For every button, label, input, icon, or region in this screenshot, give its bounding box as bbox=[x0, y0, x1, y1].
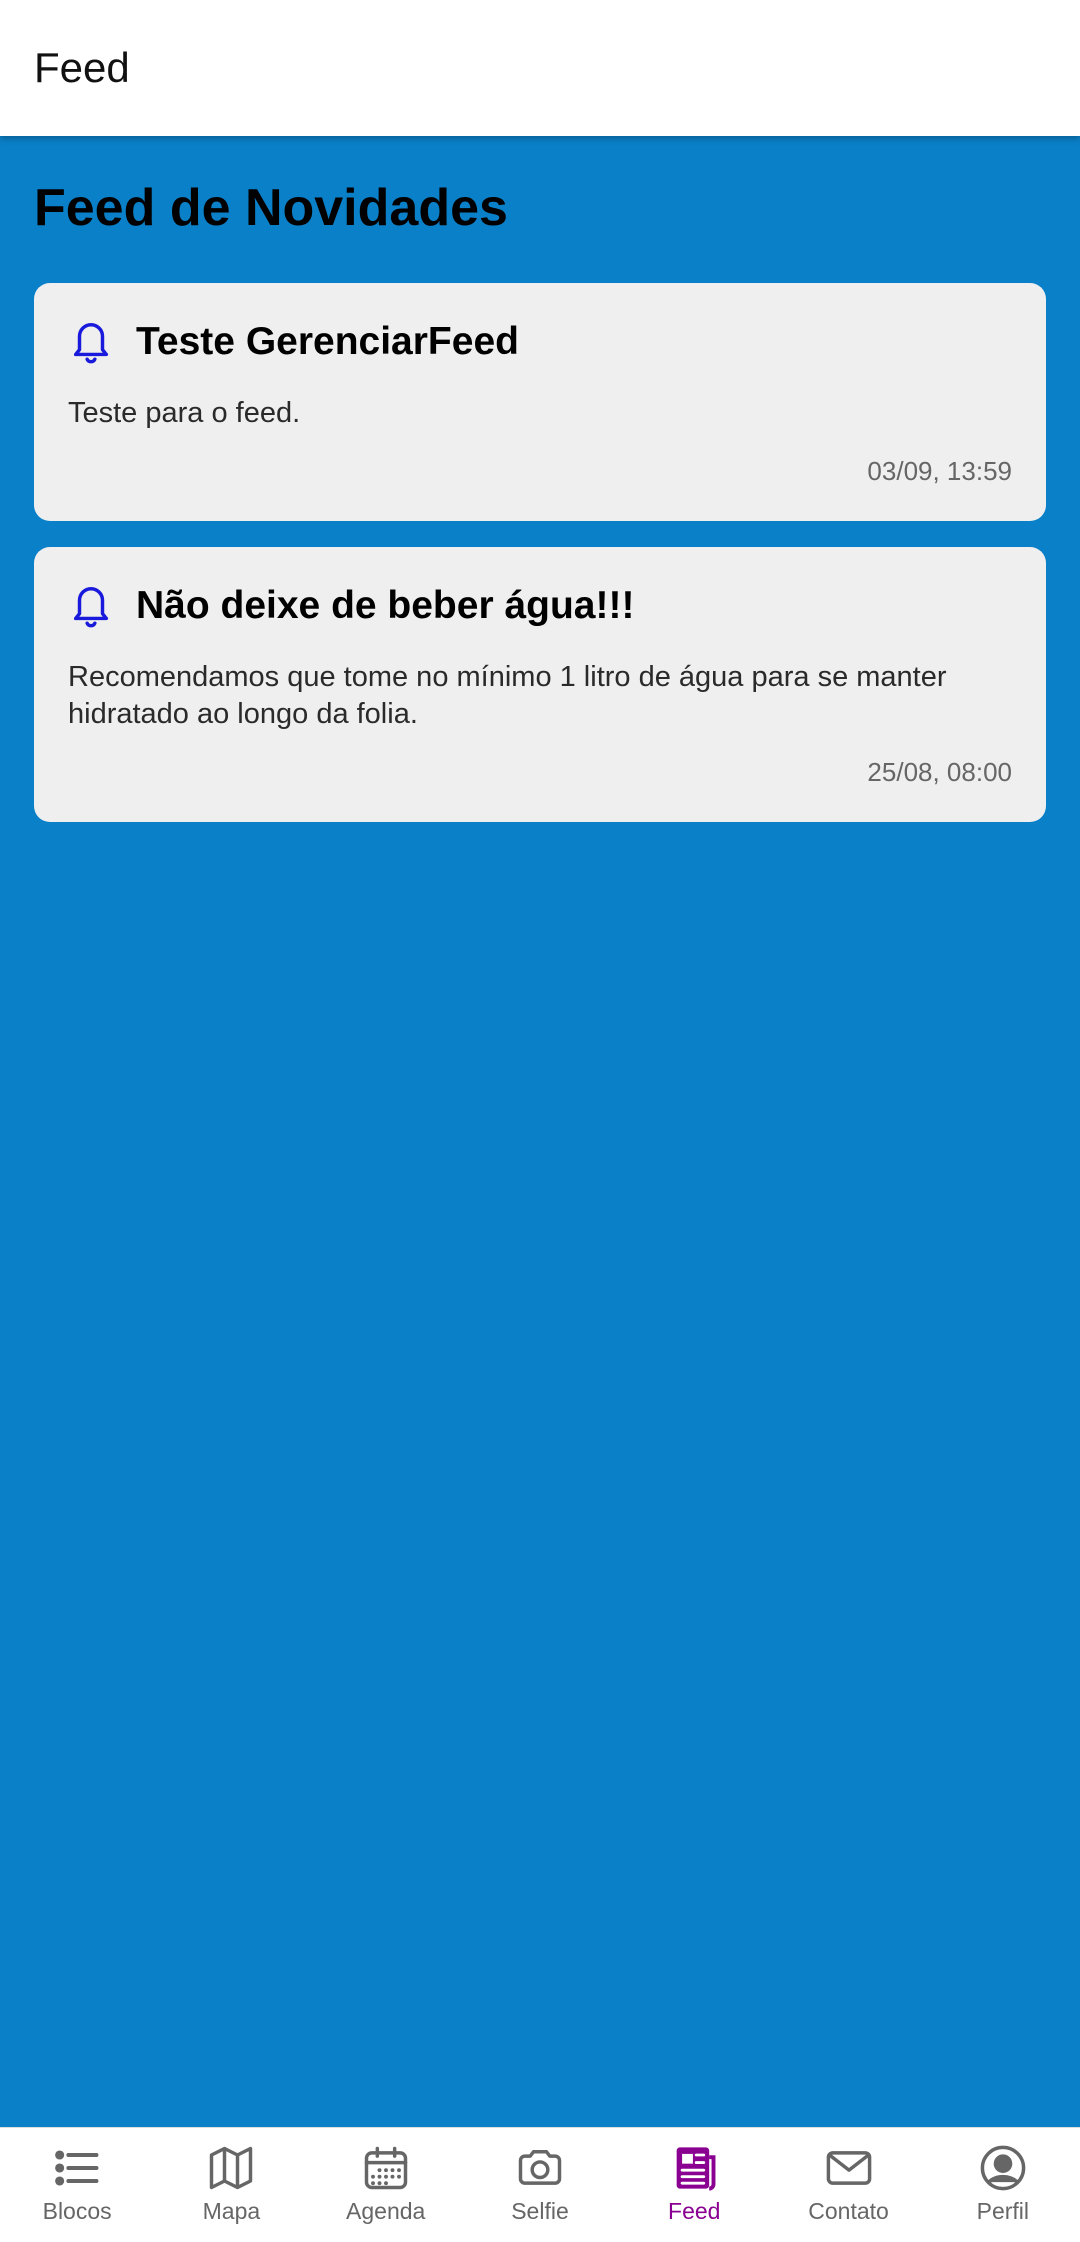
bell-icon bbox=[73, 587, 109, 628]
nav-item-blocos[interactable]: Blocos bbox=[0, 2128, 154, 2242]
app-screen: Feed Feed de Novidades Teste GerenciarFe… bbox=[0, 0, 1080, 2242]
app-header: Feed bbox=[0, 0, 1080, 136]
feed-card-header: Não deixe de beber água!!! bbox=[68, 581, 1012, 631]
nav-label-feed: Feed bbox=[668, 2198, 721, 2224]
feed-card[interactable]: Teste GerenciarFeed Teste para o feed. 0… bbox=[34, 283, 1046, 522]
page-title: Feed de Novidades bbox=[34, 179, 508, 237]
newspaper-icon bbox=[676, 2147, 716, 2191]
feed-content[interactable]: Feed de Novidades Teste GerenciarFeed Te… bbox=[0, 136, 1080, 2127]
feed-card-title: Não deixe de beber água!!! bbox=[136, 584, 635, 628]
nav-label-mapa: Mapa bbox=[202, 2198, 261, 2224]
nav-item-feed[interactable]: Feed bbox=[617, 2128, 771, 2242]
feed-card-timestamp: 25/08, 08:00 bbox=[867, 757, 1012, 788]
nav-label-selfie: Selfie bbox=[511, 2198, 569, 2224]
nav-item-contato[interactable]: Contato bbox=[771, 2128, 925, 2242]
feed-card[interactable]: Não deixe de beber água!!! Recomendamos … bbox=[34, 547, 1046, 823]
feed-card-body: Teste para o feed. bbox=[68, 397, 301, 430]
nav-label-blocos: Blocos bbox=[42, 2198, 112, 2224]
nav-label-agenda: Agenda bbox=[346, 2198, 426, 2224]
nav-item-perfil[interactable]: Perfil bbox=[926, 2128, 1080, 2242]
feed-card-header: Teste GerenciarFeed bbox=[68, 317, 1012, 367]
header-title: Feed bbox=[34, 44, 130, 91]
user-circle-icon bbox=[980, 2145, 1026, 2191]
nav-item-selfie[interactable]: Selfie bbox=[463, 2128, 617, 2242]
nav-label-perfil: Perfil bbox=[976, 2198, 1030, 2224]
feed-card-body: Recomendamos que tome no mínimo 1 litro … bbox=[68, 661, 947, 731]
bell-icon bbox=[73, 323, 109, 364]
nav-item-agenda[interactable]: Agenda bbox=[309, 2128, 463, 2242]
mail-icon bbox=[826, 2151, 871, 2185]
feed-card-title: Teste GerenciarFeed bbox=[136, 320, 519, 364]
map-icon bbox=[210, 2146, 253, 2190]
calendar-icon bbox=[364, 2146, 407, 2190]
camera-icon bbox=[518, 2150, 562, 2185]
nav-label-contato: Contato bbox=[808, 2198, 889, 2224]
bottom-navigation: Blocos Mapa Agenda Selfie Feed Contato P… bbox=[0, 2127, 1080, 2242]
list-icon bbox=[55, 2150, 99, 2186]
feed-card-timestamp: 03/09, 13:59 bbox=[867, 456, 1012, 487]
nav-item-mapa[interactable]: Mapa bbox=[154, 2128, 308, 2242]
